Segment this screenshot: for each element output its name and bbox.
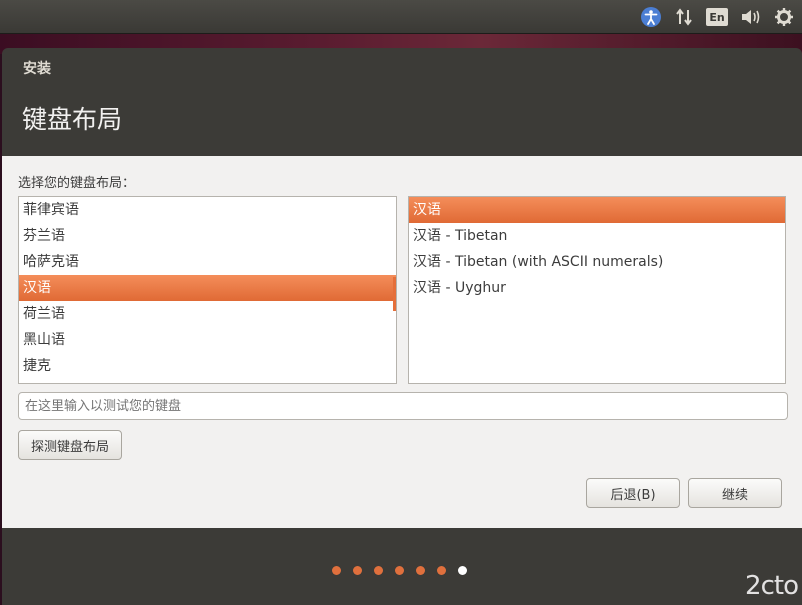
- network-icon[interactable]: [674, 6, 694, 28]
- system-tray: En: [640, 5, 794, 29]
- variant-item-selected[interactable]: 汉语: [409, 197, 785, 223]
- layout-item[interactable]: 黑山语: [19, 327, 396, 353]
- layout-prompt: 选择您的键盘布局：: [18, 176, 136, 191]
- progress-dot: [353, 566, 362, 575]
- layout-list-scrollbar[interactable]: [393, 277, 396, 311]
- content-area: 选择您的键盘布局： 菲律宾语 芬兰语 哈萨克语 汉语 荷兰语 黑山语 捷克 汉语…: [2, 156, 802, 528]
- layout-item-selected[interactable]: 汉语: [19, 275, 396, 301]
- keyboard-indicator[interactable]: En: [706, 6, 728, 28]
- variant-list[interactable]: 汉语 汉语 - Tibetan 汉语 - Tibetan (with ASCII…: [408, 196, 786, 384]
- page-title: 键盘布局: [22, 105, 123, 134]
- layout-item[interactable]: 菲律宾语: [19, 197, 396, 223]
- keyboard-indicator-label: En: [706, 8, 728, 26]
- layout-item[interactable]: 哈萨克语: [19, 249, 396, 275]
- keyboard-test-input[interactable]: [18, 392, 788, 420]
- progress-dot: [416, 566, 425, 575]
- variant-item[interactable]: 汉语 - Uyghur: [409, 275, 785, 301]
- progress-dot: [395, 566, 404, 575]
- layout-item[interactable]: 荷兰语: [19, 301, 396, 327]
- window-title: 安装: [23, 61, 51, 77]
- progress-dots: [332, 566, 467, 575]
- installer-window: 安装 键盘布局 选择您的键盘布局： 菲律宾语 芬兰语 哈萨克语 汉语 荷兰语 黑…: [2, 48, 802, 605]
- detect-layout-button[interactable]: 探测键盘布局: [18, 430, 122, 460]
- variant-item[interactable]: 汉语 - Tibetan (with ASCII numerals): [409, 249, 785, 275]
- layout-item[interactable]: 芬兰语: [19, 223, 396, 249]
- volume-icon[interactable]: [740, 6, 762, 28]
- progress-dot: [437, 566, 446, 575]
- top-panel: En: [0, 0, 802, 34]
- layout-list[interactable]: 菲律宾语 芬兰语 哈萨克语 汉语 荷兰语 黑山语 捷克: [18, 196, 397, 384]
- progress-dot-current: [458, 566, 467, 575]
- progress-dot: [374, 566, 383, 575]
- watermark-logo: 2cto: [745, 571, 799, 601]
- progress-dot: [332, 566, 341, 575]
- variant-item[interactable]: 汉语 - Tibetan: [409, 223, 785, 249]
- layout-item[interactable]: 捷克: [19, 353, 396, 379]
- back-button[interactable]: 后退(B): [586, 478, 680, 508]
- continue-button[interactable]: 继续: [688, 478, 782, 508]
- accessibility-icon[interactable]: [640, 6, 662, 28]
- settings-gear-icon[interactable]: [774, 6, 794, 28]
